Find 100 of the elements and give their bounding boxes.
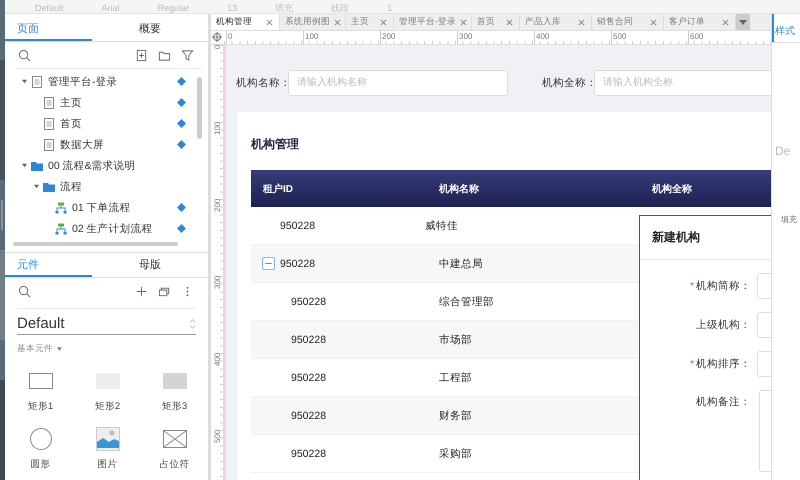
- toolbar-label: 填充: [275, 3, 294, 13]
- ruler-label: 0: [212, 45, 222, 52]
- circle-icon[interactable]: [28, 427, 52, 451]
- caret-icon[interactable]: [33, 183, 40, 190]
- ruler-label: 400: [212, 353, 222, 368]
- page-tree-item[interactable]: 主页: [60, 96, 82, 110]
- card-title: 机构管理: [251, 136, 300, 152]
- document-tab[interactable]: 产品入库: [520, 14, 592, 30]
- ruler-label: 100: [303, 31, 380, 44]
- toolbar-label: Regular: [158, 3, 190, 13]
- tab-menu-button[interactable]: [736, 14, 750, 30]
- widget-label: 矩形3: [162, 400, 188, 413]
- ruler-label: 300: [212, 276, 222, 292]
- panel-tab[interactable]: 概要: [92, 21, 208, 41]
- field-label: 机构全称：: [542, 76, 594, 90]
- field-label: 上级机构：: [696, 318, 751, 332]
- scrollbar[interactable]: [197, 77, 202, 139]
- caret-icon[interactable]: [21, 162, 28, 169]
- toolbar-label: Default: [35, 3, 64, 13]
- input-field[interactable]: 请输入机构名称: [288, 70, 508, 96]
- panel-tab[interactable]: 元件: [5, 257, 92, 277]
- close-icon[interactable]: [578, 18, 585, 26]
- field-label: 机构简称：: [696, 279, 751, 293]
- page-tree-item[interactable]: 流程: [60, 180, 82, 194]
- ruler-label: 0: [226, 31, 303, 44]
- table-cell: 财务部: [439, 408, 472, 422]
- column-header: 机构名称: [439, 182, 480, 196]
- folder-icon: [31, 160, 43, 172]
- page-tree-item[interactable]: 01 下单流程: [72, 200, 131, 214]
- library-select[interactable]: Default: [17, 308, 196, 335]
- diamond-icon: [177, 140, 186, 149]
- close-icon[interactable]: [460, 18, 467, 26]
- diamond-icon: [177, 203, 186, 212]
- crosshair-icon[interactable]: [212, 32, 222, 42]
- close-icon[interactable]: [506, 18, 513, 26]
- diamond-icon: [177, 98, 186, 107]
- table-cell: 950228: [291, 448, 326, 460]
- caret-icon[interactable]: [21, 78, 28, 85]
- document-tab[interactable]: 销售合同: [592, 14, 664, 30]
- widget-label: 图片: [98, 458, 118, 471]
- image-icon[interactable]: [96, 427, 120, 451]
- page-icon: [43, 118, 55, 130]
- search-icon[interactable]: [18, 48, 31, 62]
- ruler-label: 100: [212, 122, 222, 138]
- field-label: 机构备注：: [696, 395, 751, 409]
- close-icon[interactable]: [722, 18, 729, 26]
- ruler-label: 600: [688, 31, 765, 44]
- flowchart-icon: [55, 222, 67, 234]
- document-tab[interactable]: 机构管理: [211, 14, 280, 30]
- document-tab[interactable]: 管理平台-登录: [394, 14, 472, 30]
- ruler-label: 400: [534, 31, 611, 44]
- panel-tab[interactable]: 页面: [5, 21, 92, 41]
- page-icon: [31, 76, 43, 88]
- caret-icon[interactable]: [57, 347, 62, 351]
- property-label: 填充: [781, 214, 797, 225]
- page-tree-item[interactable]: 02 生产计划流程: [72, 222, 153, 236]
- table-cell: 威特佳: [425, 218, 458, 232]
- close-icon[interactable]: [650, 18, 657, 26]
- close-icon[interactable]: [334, 18, 341, 26]
- table-cell: 工程部: [439, 370, 472, 384]
- field-label: 机构排序：: [696, 357, 751, 371]
- page-tree-item[interactable]: 管理平台-登录: [48, 74, 118, 88]
- add-page-icon[interactable]: [135, 48, 148, 62]
- ruler-label: 200: [380, 31, 457, 44]
- ruler-label: 500: [611, 31, 688, 44]
- widget-label: 圆形: [30, 458, 50, 471]
- panel-tab[interactable]: 母版: [92, 257, 208, 277]
- ruler-label: 300: [457, 31, 534, 44]
- input-field[interactable]: 请输入机构全称: [594, 70, 771, 96]
- scrollbar[interactable]: [13, 242, 178, 246]
- diamond-icon: [177, 224, 186, 233]
- panel-tab[interactable]: 样式: [772, 14, 800, 43]
- page-tree-item[interactable]: 数据大屏: [60, 138, 104, 152]
- document-tab[interactable]: 首页: [472, 14, 520, 30]
- filter-icon[interactable]: [181, 48, 194, 62]
- table-cell: 950228: [291, 372, 326, 384]
- collapse-icon[interactable]: [262, 257, 275, 270]
- widget-label: 占位符: [160, 458, 190, 471]
- column-header: 机构全称: [652, 182, 692, 196]
- search-icon[interactable]: [18, 284, 31, 298]
- close-icon[interactable]: [266, 18, 273, 26]
- category-label[interactable]: 基本元件: [17, 343, 53, 355]
- placeholder-icon[interactable]: [162, 427, 186, 451]
- required-mark: *: [690, 358, 694, 370]
- table-cell: 950228: [291, 410, 326, 422]
- close-icon[interactable]: [380, 18, 387, 26]
- toolbar-label: 线段: [331, 3, 350, 13]
- plus-icon[interactable]: [135, 284, 148, 298]
- table-cell: 950228: [280, 258, 316, 270]
- table-cell: 综合管理部: [439, 294, 494, 308]
- ruler-label: 200: [212, 199, 222, 214]
- document-tab[interactable]: 主页: [346, 14, 394, 30]
- table-cell: 中建总局: [439, 256, 483, 270]
- flowchart-icon: [55, 202, 67, 214]
- page-tree-item[interactable]: 00 流程&需求说明: [48, 158, 136, 172]
- required-mark: *: [690, 280, 694, 292]
- toolbar-label: 1: [387, 3, 392, 13]
- page-tree-item[interactable]: 首页: [60, 116, 82, 130]
- diamond-icon: [177, 119, 186, 128]
- document-tab[interactable]: 系统用例图: [280, 14, 346, 30]
